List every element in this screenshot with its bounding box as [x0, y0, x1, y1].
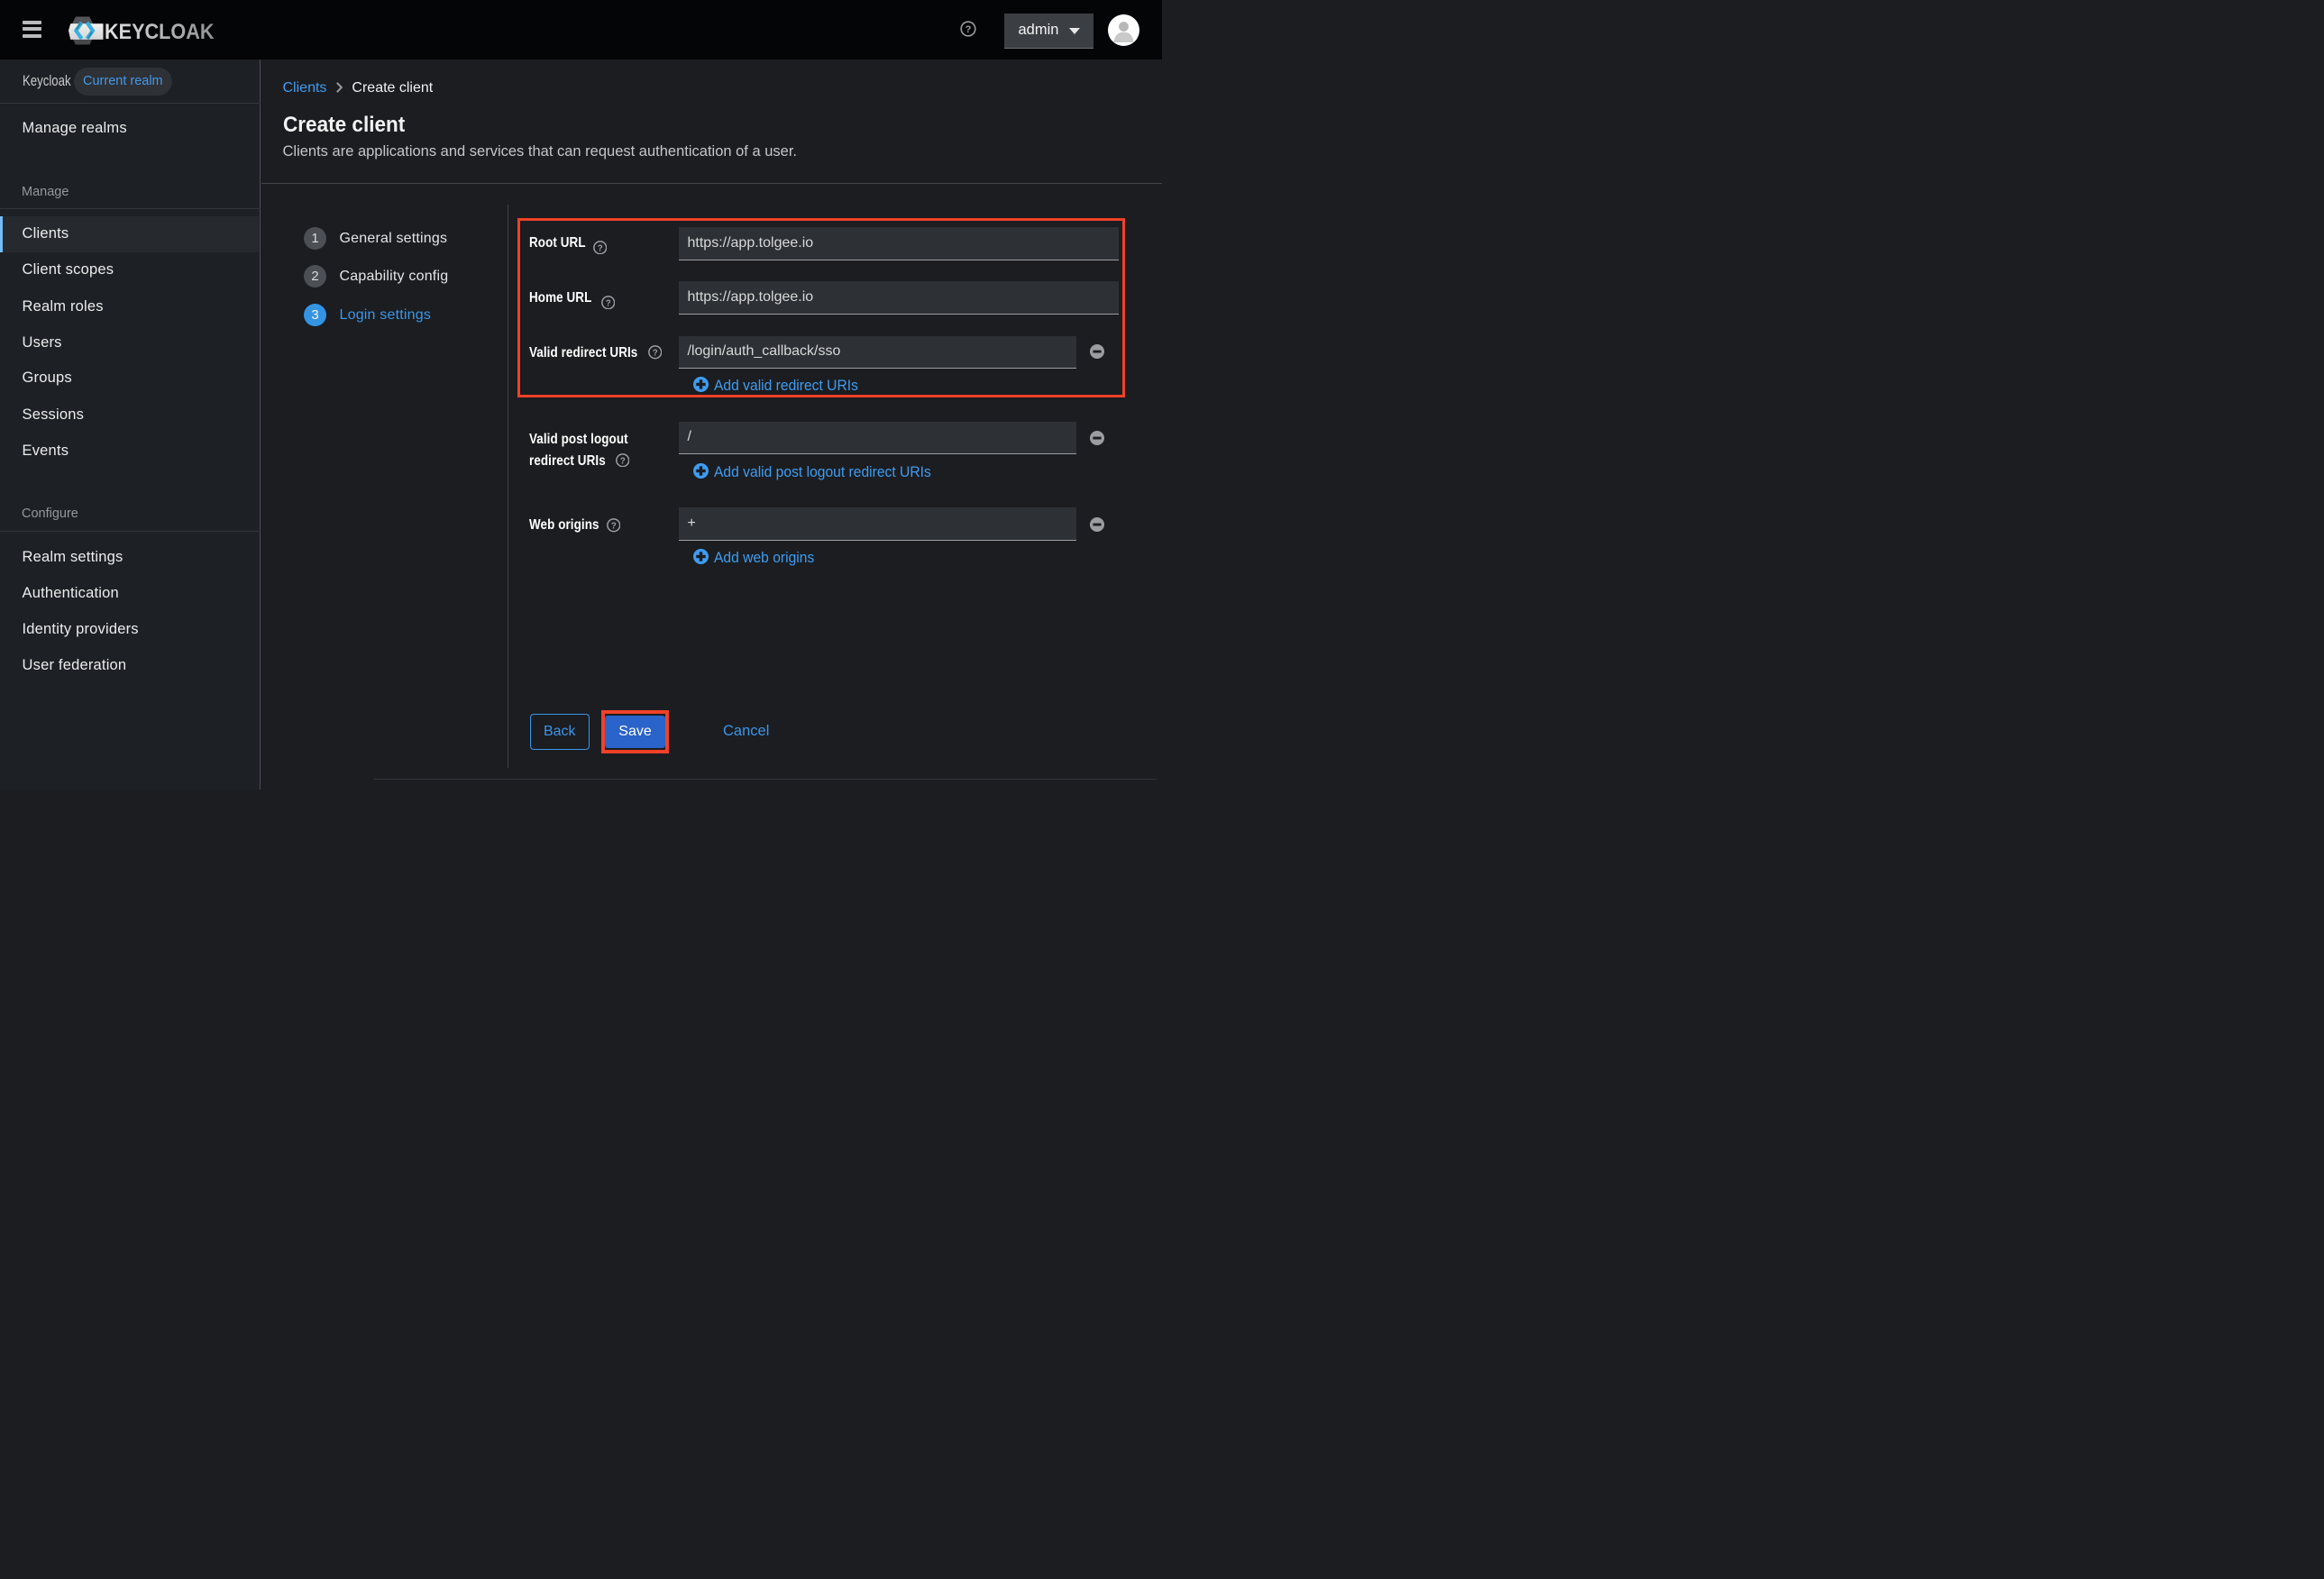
- svg-text:?: ?: [598, 243, 603, 253]
- svg-text:?: ?: [606, 298, 611, 308]
- svg-text:?: ?: [611, 522, 617, 532]
- svg-text:?: ?: [653, 348, 658, 358]
- svg-text:?: ?: [620, 456, 626, 466]
